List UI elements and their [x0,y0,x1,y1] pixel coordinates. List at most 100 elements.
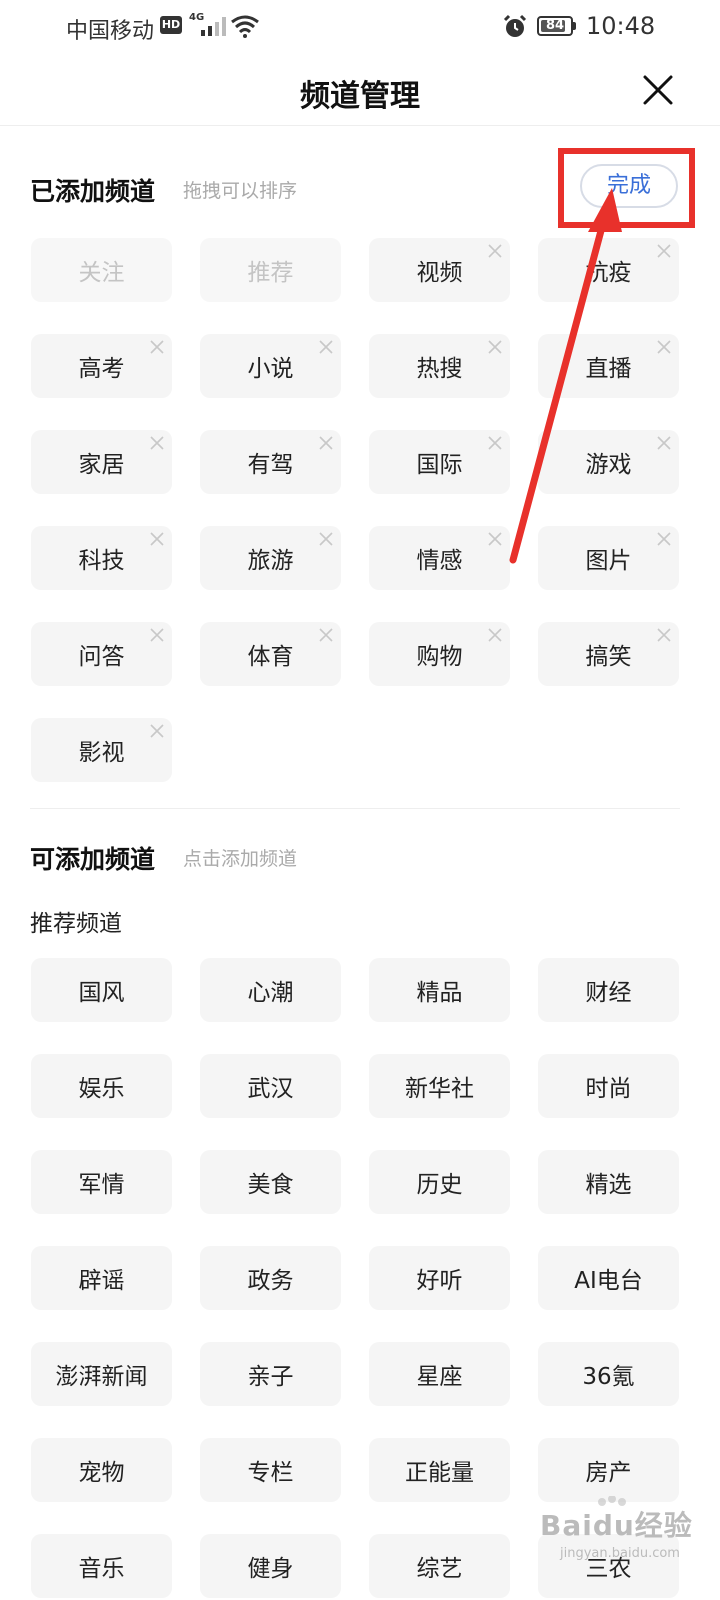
added-channel-tile[interactable]: 视频 [369,238,510,302]
remove-channel-icon[interactable] [488,628,502,642]
channel-label: 正能量 [405,1460,474,1486]
added-channel-tile[interactable]: 影视 [31,718,172,782]
status-time: 10:48 [586,12,656,40]
carrier-name: 中国移动 [66,19,155,44]
added-channel-tile[interactable]: 情感 [369,526,510,590]
remove-channel-icon[interactable] [150,628,164,642]
channel-label: 购物 [416,644,463,670]
channel-label: 热搜 [416,356,463,382]
added-channel-tile[interactable]: 科技 [31,526,172,590]
available-channel-tile[interactable]: 军情 [31,1150,172,1214]
available-channel-tile[interactable]: 好听 [369,1246,510,1310]
available-channel-tile[interactable]: 精选 [538,1150,679,1214]
added-channel-tile[interactable]: 国际 [369,430,510,494]
available-channel-tile[interactable]: 政务 [200,1246,341,1310]
remove-channel-icon[interactable] [488,532,502,546]
remove-channel-icon[interactable] [319,436,333,450]
remove-channel-icon[interactable] [150,724,164,738]
available-channels-hint: 点击添加频道 [183,848,298,870]
remove-channel-icon[interactable] [319,340,333,354]
status-bar: 中国移动 HD 4G 84 10:48 [0,0,720,56]
available-channel-tile[interactable]: AI电台 [538,1246,679,1310]
added-channels-hint: 拖拽可以排序 [183,180,298,202]
available-channel-tile[interactable]: 新华社 [369,1054,510,1118]
added-channel-tile[interactable]: 图片 [538,526,679,590]
remove-channel-icon[interactable] [319,628,333,642]
added-channel-tile[interactable]: 游戏 [538,430,679,494]
added-channel-tile[interactable]: 搞笑 [538,622,679,686]
alarm-icon [503,14,527,37]
remove-channel-icon[interactable] [150,436,164,450]
remove-channel-icon[interactable] [488,244,502,258]
channel-label: 国风 [78,980,125,1006]
remove-channel-icon[interactable] [657,244,671,258]
battery-icon: 84 [537,16,573,36]
added-channel-tile[interactable]: 小说 [200,334,341,398]
available-channel-tile[interactable]: 心潮 [200,958,341,1022]
channel-label: 体育 [247,644,294,670]
added-channel-tile[interactable]: 抗疫 [538,238,679,302]
available-channel-tile[interactable]: 音乐 [31,1534,172,1598]
available-channel-tile[interactable]: 正能量 [369,1438,510,1502]
added-channel-tile[interactable]: 高考 [31,334,172,398]
added-channel-tile[interactable]: 关注 [31,238,172,302]
available-channel-tile[interactable]: 健身 [200,1534,341,1598]
added-channels-title: 已添加频道 [30,177,156,206]
available-channel-tile[interactable]: 国风 [31,958,172,1022]
done-button[interactable]: 完成 [580,164,678,208]
added-channel-tile[interactable]: 家居 [31,430,172,494]
channel-label: 家居 [78,452,125,478]
added-channel-tile[interactable]: 直播 [538,334,679,398]
added-channel-tile[interactable]: 推荐 [200,238,341,302]
remove-channel-icon[interactable] [657,532,671,546]
added-channel-tile[interactable]: 有驾 [200,430,341,494]
channel-label: 财经 [585,980,632,1006]
available-channel-tile[interactable]: 亲子 [200,1342,341,1406]
channel-label: 军情 [78,1172,125,1198]
channel-label: 辟谣 [78,1268,125,1294]
available-channel-tile[interactable]: 财经 [538,958,679,1022]
available-channel-tile[interactable]: 精品 [369,958,510,1022]
remove-channel-icon[interactable] [488,436,502,450]
channel-label: 精选 [585,1172,632,1198]
available-channel-tile[interactable]: 美食 [200,1150,341,1214]
added-channel-tile[interactable]: 购物 [369,622,510,686]
channel-label: 音乐 [78,1556,125,1582]
available-channel-tile[interactable]: 娱乐 [31,1054,172,1118]
wifi-icon [231,15,259,38]
remove-channel-icon[interactable] [319,532,333,546]
available-channel-tile[interactable]: 武汉 [200,1054,341,1118]
channel-label: 情感 [416,548,463,574]
recommended-channels-subtitle: 推荐频道 [30,911,122,937]
close-icon[interactable] [636,68,680,112]
added-channel-tile[interactable]: 旅游 [200,526,341,590]
remove-channel-icon[interactable] [657,436,671,450]
remove-channel-icon[interactable] [657,628,671,642]
remove-channel-icon[interactable] [657,340,671,354]
available-channel-tile[interactable]: 36氪 [538,1342,679,1406]
available-channel-tile[interactable]: 专栏 [200,1438,341,1502]
available-channel-tile[interactable]: 星座 [369,1342,510,1406]
available-channel-tile[interactable]: 时尚 [538,1054,679,1118]
remove-channel-icon[interactable] [488,340,502,354]
channel-label: 国际 [416,452,463,478]
available-channel-tile[interactable]: 澎湃新闻 [31,1342,172,1406]
channel-label: 时尚 [585,1076,632,1102]
channel-label: 影视 [78,740,125,766]
available-channel-tile[interactable]: 辟谣 [31,1246,172,1310]
remove-channel-icon[interactable] [150,340,164,354]
channel-label: 武汉 [247,1076,294,1102]
channel-label: 直播 [585,356,632,382]
hd-badge: HD [160,16,182,34]
channel-label: 关注 [78,260,125,286]
available-channel-tile[interactable]: 宠物 [31,1438,172,1502]
available-channel-tile[interactable]: 房产 [538,1438,679,1502]
remove-channel-icon[interactable] [150,532,164,546]
added-channel-tile[interactable]: 问答 [31,622,172,686]
channel-label: 新华社 [405,1076,474,1102]
added-channel-tile[interactable]: 热搜 [369,334,510,398]
available-channel-tile[interactable]: 综艺 [369,1534,510,1598]
available-channels-title: 可添加频道 [30,845,156,874]
added-channel-tile[interactable]: 体育 [200,622,341,686]
available-channel-tile[interactable]: 历史 [369,1150,510,1214]
